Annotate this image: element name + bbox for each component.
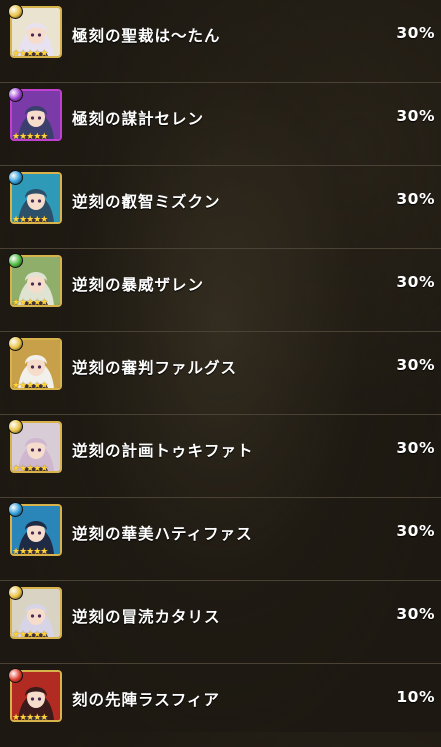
rarity-stars: ★★★★★ bbox=[12, 298, 48, 308]
element-icon bbox=[8, 668, 23, 683]
rarity-stars: ★★★★★ bbox=[12, 713, 48, 723]
rate-value: 30% bbox=[396, 107, 435, 125]
unit-name: 逆刻の華美ハティファス bbox=[72, 525, 253, 543]
element-icon bbox=[8, 419, 23, 434]
rate-value: 30% bbox=[396, 605, 435, 623]
rate-value: 30% bbox=[396, 273, 435, 291]
list-item[interactable]: ★★★★★ 逆刻の審判ファルグス 30% bbox=[0, 332, 441, 415]
list-item[interactable]: ★★★★★ 極刻の聖裁は〜たん 30% bbox=[0, 0, 441, 83]
element-icon bbox=[8, 87, 23, 102]
rate-value: 10% bbox=[396, 688, 435, 706]
rarity-stars: ★★★★★ bbox=[12, 132, 48, 142]
rarity-stars: ★★★★★ bbox=[12, 630, 48, 640]
unit-name: 逆刻の叡智ミズクン bbox=[72, 193, 221, 211]
list-item[interactable]: ★★★★★ 逆刻の計画トゥキファト 30% bbox=[0, 415, 441, 498]
rarity-stars: ★★★★★ bbox=[12, 215, 48, 225]
rarity-stars: ★★★★★ bbox=[12, 464, 48, 474]
rarity-stars: ★★★★★ bbox=[12, 381, 48, 391]
unit-name: 極刻の謀計セレン bbox=[72, 110, 205, 128]
unit-name: 逆刻の暴威ザレン bbox=[72, 276, 205, 294]
element-icon bbox=[8, 336, 23, 351]
unit-name: 極刻の聖裁は〜たん bbox=[72, 27, 221, 45]
list-item[interactable]: ★★★★★ 極刻の謀計セレン 30% bbox=[0, 83, 441, 166]
rate-value: 30% bbox=[396, 356, 435, 374]
list-item[interactable]: ★★★★★ 逆刻の叡智ミズクン 30% bbox=[0, 166, 441, 249]
element-icon bbox=[8, 4, 23, 19]
rate-value: 30% bbox=[396, 24, 435, 42]
list-item[interactable]: ★★★★★ 刻の先陣ラスフィア 10% bbox=[0, 664, 441, 747]
rarity-stars: ★★★★★ bbox=[12, 49, 48, 59]
list-item[interactable]: ★★★★★ 逆刻の暴威ザレン 30% bbox=[0, 249, 441, 332]
unit-rate-list: ★★★★★ 極刻の聖裁は〜たん 30% ★★★★★ 極刻の謀計セレン 30% ★… bbox=[0, 0, 441, 732]
rate-value: 30% bbox=[396, 522, 435, 540]
element-icon bbox=[8, 585, 23, 600]
rarity-stars: ★★★★★ bbox=[12, 547, 48, 557]
rate-value: 30% bbox=[396, 190, 435, 208]
unit-name: 刻の先陣ラスフィア bbox=[72, 691, 220, 709]
list-item[interactable]: ★★★★★ 逆刻の華美ハティファス 30% bbox=[0, 498, 441, 581]
rate-value: 30% bbox=[396, 439, 435, 457]
element-icon bbox=[8, 170, 23, 185]
element-icon bbox=[8, 253, 23, 268]
unit-name: 逆刻の計画トゥキファト bbox=[72, 442, 254, 460]
element-icon bbox=[8, 502, 23, 517]
unit-name: 逆刻の審判ファルグス bbox=[72, 359, 238, 377]
list-item[interactable]: ★★★★★ 逆刻の冒涜カタリス 30% bbox=[0, 581, 441, 664]
unit-name: 逆刻の冒涜カタリス bbox=[72, 608, 221, 626]
